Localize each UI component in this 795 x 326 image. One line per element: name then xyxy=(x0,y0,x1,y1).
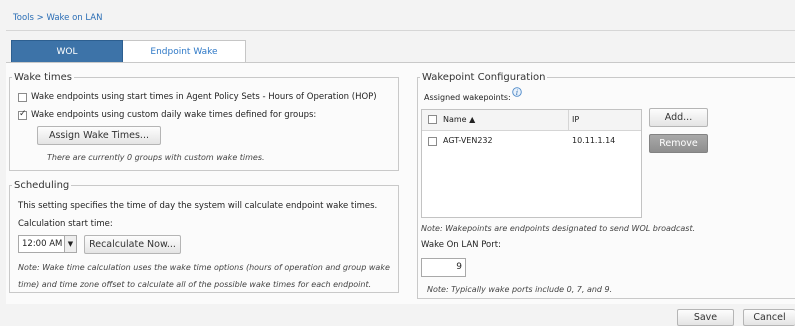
custom-times-checkbox[interactable] xyxy=(18,109,27,120)
cancel-button[interactable]: Cancel xyxy=(743,309,795,326)
scheduling-legend: Scheduling xyxy=(14,180,70,191)
remove-wakepoint-button[interactable]: Remove xyxy=(649,134,708,153)
table-row[interactable]: AGT-VEN232 10.11.1.14 xyxy=(422,131,641,151)
assign-wake-times-button[interactable]: Assign Wake Times... xyxy=(37,126,161,145)
calculation-start-label: Calculation start time: xyxy=(18,219,113,229)
tab-bar: WOL Configuration Endpoint Wake Times xyxy=(11,40,246,80)
row-ip: 10.11.1.14 xyxy=(572,136,616,145)
wakepoint-configuration-legend: Wakepoint Configuration xyxy=(422,72,546,83)
row-checkbox[interactable] xyxy=(428,137,437,146)
custom-times-checkbox-label: Wake endpoints using custom daily wake t… xyxy=(31,110,317,120)
save-button[interactable]: Save xyxy=(677,309,734,326)
select-all-checkbox[interactable] xyxy=(428,115,437,124)
scheduling-note-line1: Note: Wake time calculation uses the wak… xyxy=(18,263,390,272)
ports-note: Note: Typically wake ports include 0, 7,… xyxy=(427,285,613,294)
assigned-wakepoints-label: Assigned wakepoints: xyxy=(424,93,511,102)
info-icon[interactable]: i xyxy=(512,87,522,97)
calculation-start-select[interactable]: 12:00 AM ▼ xyxy=(18,235,77,253)
wakepoints-table: Name ▲ IP AGT-VEN232 10.11.1.14 xyxy=(421,109,642,218)
wake-on-lan-port-label: Wake On LAN Port: xyxy=(421,240,501,250)
svg-text:i: i xyxy=(516,89,518,97)
scheduling-description: This setting specifies the time of day t… xyxy=(18,201,378,211)
table-header: Name ▲ IP xyxy=(422,110,641,131)
column-header-name[interactable]: Name ▲ xyxy=(443,115,475,124)
row-name: AGT-VEN232 xyxy=(443,136,493,145)
chevron-down-icon: ▼ xyxy=(64,236,76,252)
calculation-start-value: 12:00 AM xyxy=(22,239,63,249)
groups-note: There are currently 0 groups with custom… xyxy=(47,153,265,162)
breadcrumb[interactable]: Tools > Wake on LAN xyxy=(13,13,102,23)
tab-wol-configuration[interactable]: WOL Configuration xyxy=(11,40,123,80)
wakepoints-note: Note: Wakepoints are endpoints designate… xyxy=(421,224,696,233)
hop-checkbox[interactable] xyxy=(18,93,27,102)
recalculate-now-button[interactable]: Recalculate Now... xyxy=(84,235,181,254)
add-wakepoint-button[interactable]: Add... xyxy=(649,108,708,127)
wake-times-legend: Wake times xyxy=(14,72,72,83)
column-header-ip[interactable]: IP xyxy=(572,115,579,124)
scheduling-note-line2: time) and time zone offset to calculate … xyxy=(18,280,372,289)
wake-on-lan-port-input[interactable]: 9 xyxy=(421,258,466,277)
breadcrumb-divider xyxy=(6,30,795,31)
tab-endpoint-wake-times[interactable]: Endpoint Wake Times xyxy=(123,40,246,80)
column-divider xyxy=(568,110,569,130)
hop-checkbox-label: Wake endpoints using start times in Agen… xyxy=(31,92,377,102)
